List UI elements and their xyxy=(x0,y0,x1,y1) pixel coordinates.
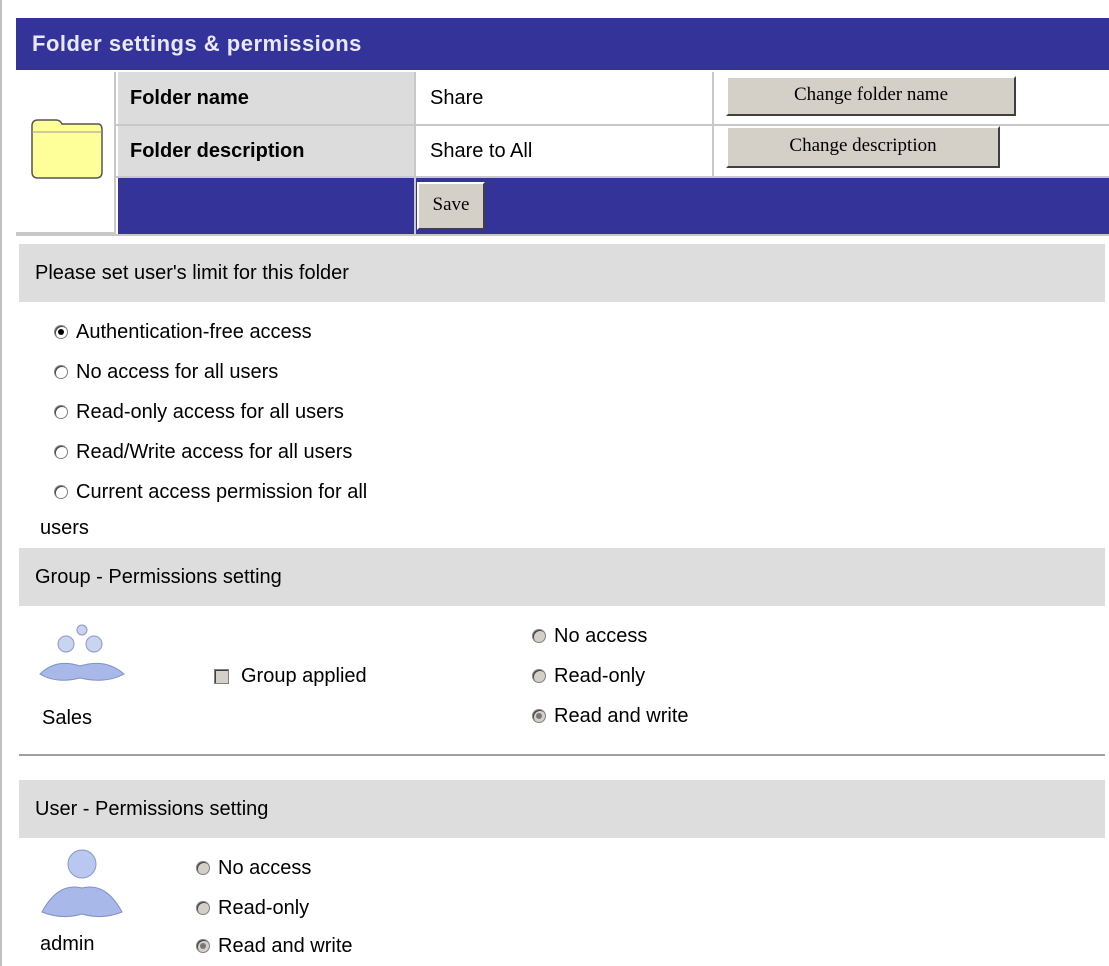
user-limit-heading: Please set user's limit for this folder xyxy=(19,244,1105,302)
group-applied-option[interactable]: Group applied xyxy=(214,662,367,690)
group-permission-option[interactable]: Read-only xyxy=(532,662,645,690)
group-permissions-heading: Group - Permissions setting xyxy=(19,548,1105,606)
folder-description-label: Folder description xyxy=(118,126,414,176)
group-permission-option[interactable]: Read and write xyxy=(532,702,689,730)
user-limit-option[interactable]: Read-only access for all users xyxy=(54,398,344,426)
option-label: Read and write xyxy=(218,934,353,957)
group-permission-option[interactable]: No access xyxy=(532,622,647,650)
change-folder-name-button[interactable]: Change folder name xyxy=(726,76,1016,116)
radio-button[interactable] xyxy=(532,629,546,643)
row-divider xyxy=(116,176,1109,178)
user-icon xyxy=(41,849,123,918)
group-applied-label: Group applied xyxy=(241,664,367,687)
user-permissions-heading: User - Permissions setting xyxy=(19,780,1105,838)
option-label: Read-only xyxy=(218,896,310,919)
user-limit-option[interactable]: Authentication-free access xyxy=(54,318,312,346)
option-label: No access for all users xyxy=(76,360,279,383)
radio-button[interactable] xyxy=(54,485,68,499)
col-divider xyxy=(414,72,416,234)
option-label: Read-only access for all users xyxy=(76,400,344,423)
group-icon xyxy=(39,624,125,681)
radio-button[interactable] xyxy=(532,709,546,723)
group-name: Sales xyxy=(42,707,93,729)
folder-icon-cell xyxy=(16,72,116,234)
option-label: Read and write xyxy=(554,704,689,727)
save-row-left xyxy=(118,178,414,234)
user-limit-option[interactable]: Current access permission for all xyxy=(54,478,367,506)
user-limit-option[interactable]: Read/Write access for all users xyxy=(54,438,352,466)
radio-button[interactable] xyxy=(196,901,210,915)
option-label: Authentication-free access xyxy=(76,320,312,343)
option-label: No access xyxy=(554,624,648,647)
option-label: Current access permission for all xyxy=(76,480,368,503)
radio-button[interactable] xyxy=(532,669,546,683)
group-applied-checkbox[interactable] xyxy=(214,668,229,684)
folder-description-value: Share to All xyxy=(416,126,712,176)
option-label: Read/Write access for all users xyxy=(76,440,353,463)
radio-button[interactable] xyxy=(54,445,68,459)
user-permission-option[interactable]: No access xyxy=(196,854,311,882)
radio-button[interactable] xyxy=(196,939,210,953)
section-divider xyxy=(19,754,1105,756)
table-bottom-border xyxy=(16,234,1109,236)
save-row-right xyxy=(416,178,1109,234)
left-border xyxy=(0,0,2,966)
user-permission-option[interactable]: Read and write xyxy=(196,932,353,960)
option-label: Read-only xyxy=(554,664,646,687)
col-divider xyxy=(712,72,714,178)
save-button[interactable]: Save xyxy=(417,182,485,230)
radio-button[interactable] xyxy=(54,325,68,339)
page-title: Folder settings & permissions xyxy=(16,18,1109,70)
option-label: No access xyxy=(218,856,312,879)
user-permission-option[interactable]: Read-only xyxy=(196,894,309,922)
radio-button[interactable] xyxy=(54,365,68,379)
user-limit-option[interactable]: No access for all users xyxy=(54,358,278,386)
option-label-continuation: users xyxy=(40,517,89,539)
change-description-button[interactable]: Change description xyxy=(726,126,1000,168)
row-divider xyxy=(116,124,1109,126)
radio-button[interactable] xyxy=(196,861,210,875)
folder-name-value: Share xyxy=(416,72,712,124)
radio-button[interactable] xyxy=(54,405,68,419)
user-name: admin xyxy=(40,933,95,955)
folder-name-label: Folder name xyxy=(118,72,414,124)
folder-icon xyxy=(31,119,103,179)
